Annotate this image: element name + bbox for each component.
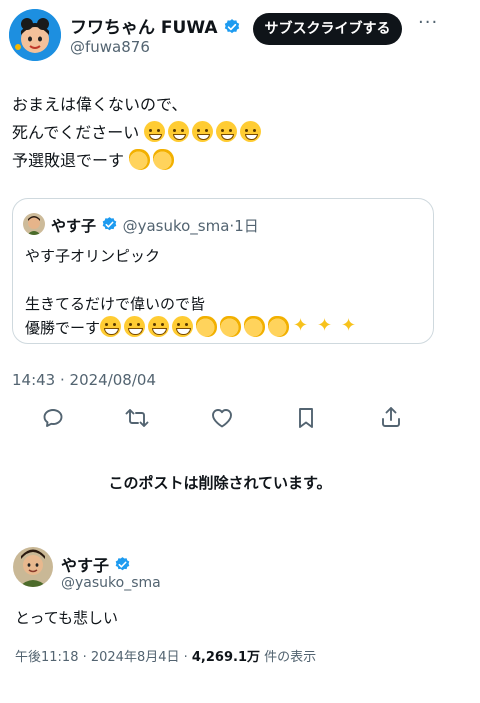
sweat-smile-emoji — [240, 121, 262, 142]
grinning-face-emoji — [100, 316, 122, 337]
reply-post-text: とっても悲しい — [15, 609, 119, 627]
like-heart-icon[interactable] — [210, 406, 234, 430]
quoted-author-handle: @yasuko_sma — [122, 217, 230, 235]
sparkles-emoji — [316, 314, 337, 338]
author-handle[interactable]: @fuwa876 — [70, 38, 150, 56]
quoted-post-card[interactable]: やす子 @yasuko_sma·1日 やす子オリンピック 生きてるだけで偉いので… — [12, 198, 434, 344]
quoted-line-2: 生きてるだけで偉いので皆 — [25, 295, 206, 313]
post-line-3: 予選敗退でーす — [12, 147, 264, 175]
quoted-author-avatar — [23, 213, 45, 235]
repost-icon[interactable] — [124, 406, 150, 430]
grinning-face-emoji — [172, 316, 194, 337]
clapping-hands-emoji — [268, 316, 290, 337]
grinning-face-emoji — [124, 316, 146, 337]
reply-author-handle[interactable]: @yasuko_sma — [61, 575, 161, 591]
grinning-face-emoji — [148, 316, 170, 337]
post-line-2-text: 死んでくださーい — [12, 123, 140, 142]
sweat-smile-emoji — [192, 121, 214, 142]
quoted-author-name: やす子 — [51, 217, 97, 235]
sweat-smile-emoji — [168, 121, 190, 142]
quoted-line-3: 優勝でーす — [25, 314, 364, 340]
author-display-name[interactable]: フワちゃん FUWA — [70, 18, 217, 38]
subscribe-button[interactable]: サブスクライブする — [253, 13, 402, 45]
deleted-post-notice: このポストは削除されています。 — [108, 474, 332, 492]
sparkles-emoji — [340, 314, 361, 338]
post-line-2: 死んでくださーい — [12, 119, 264, 147]
reply-author-name[interactable]: やす子 — [61, 556, 109, 575]
quoted-post-text: やす子オリンピック 生きてるだけで偉いので皆 優勝でーす — [25, 244, 364, 340]
sweat-smile-emoji — [216, 121, 238, 142]
post-line-3-text: 予選敗退でーす — [12, 151, 125, 170]
clapping-hands-emoji — [153, 149, 175, 170]
clapping-hands-emoji — [220, 316, 242, 337]
author-name-row: フワちゃん FUWA — [70, 13, 241, 40]
sparkles-emoji — [292, 314, 313, 338]
post-line-1: おまえは偉くないので、 — [12, 95, 188, 114]
more-options-icon[interactable]: ··· — [418, 12, 438, 33]
post-text: おまえは偉くないので、 死んでくださーい 予選敗退でーす — [12, 91, 264, 175]
author-avatar[interactable] — [9, 9, 61, 61]
verified-badge-icon — [114, 556, 131, 577]
bookmark-icon[interactable] — [295, 406, 317, 430]
share-icon[interactable] — [379, 405, 403, 429]
verified-badge-icon — [223, 18, 241, 40]
quoted-line-3-text: 優勝でーす — [25, 319, 101, 337]
reply-author-row: やす子 — [61, 552, 131, 577]
reply-view-label: 件の表示 — [260, 650, 317, 665]
quoted-author-row: やす子 @yasuko_sma·1日 — [51, 215, 259, 237]
reply-post-meta: 午後11:18 · 2024年8月4日 · 4,269.1万 件の表示 — [15, 646, 316, 665]
reply-post-timestamp[interactable]: 午後11:18 · 2024年8月4日 · — [15, 650, 192, 665]
quoted-line-1: やす子オリンピック — [25, 247, 161, 265]
reply-author-avatar[interactable] — [13, 547, 53, 587]
reply-icon[interactable] — [41, 406, 65, 430]
verified-badge-icon — [101, 216, 118, 237]
clapping-hands-emoji — [129, 149, 151, 170]
post-timestamp[interactable]: 14:43 · 2024/08/04 — [12, 371, 156, 389]
reply-view-count: 4,269.1万 — [191, 650, 260, 665]
clapping-hands-emoji — [244, 316, 266, 337]
quoted-post-time: 1日 — [234, 217, 259, 235]
sweat-smile-emoji — [144, 121, 166, 142]
clapping-hands-emoji — [196, 316, 218, 337]
